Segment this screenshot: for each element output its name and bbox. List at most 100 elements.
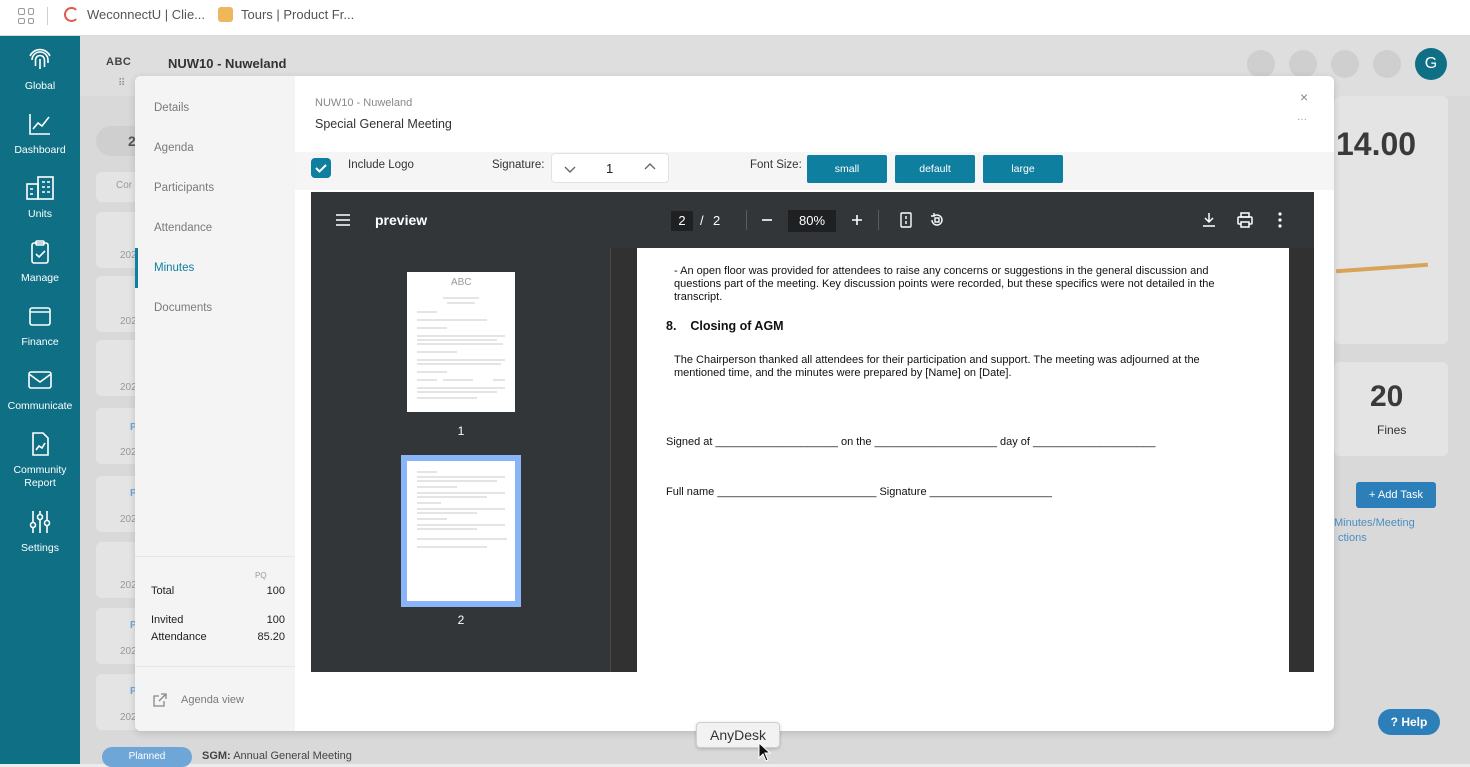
fines-label: Fines [1377,423,1407,437]
close-icon[interactable]: × [1300,89,1308,105]
thumbnail-logo: ABC [451,277,472,288]
browser-tab-strip: WeconnectU | Clie... Tours | Product Fr.… [0,0,1470,36]
page-thumbnail-2[interactable] [407,461,515,601]
chevron-up-icon[interactable] [644,161,656,173]
stat-label: Attendance [151,631,207,643]
main-sidebar: Global Dashboard Units Manage Finance Co… [0,36,80,764]
nav-units[interactable]: Units [0,174,80,220]
pdf-title: preview [375,212,428,228]
signature-stepper[interactable]: 1 [551,153,669,183]
more-vertical-icon[interactable] [1278,212,1282,228]
font-size-default-button[interactable]: default [895,155,975,183]
chevron-down-icon[interactable] [564,163,576,175]
print-icon[interactable] [1237,212,1253,228]
nav-manage[interactable]: Manage [0,238,80,284]
stat-value: 14.00 [1336,126,1417,162]
tab-divider [47,7,48,25]
nav-settings[interactable]: Settings [0,508,80,554]
full-name-signature-line: Full name __________________________ Sig… [666,486,1052,498]
help-label: Help [1401,715,1428,729]
zoom-level[interactable]: 80% [788,210,836,232]
font-size-small-button[interactable]: small [807,155,887,183]
breadcrumb: NUW10 - Nuweland [315,97,413,109]
nav-dashboard[interactable]: Dashboard [0,110,80,156]
search-icon[interactable] [1247,50,1275,78]
total-pages: 2 [713,213,721,228]
section-heading: 8. Closing of AGM [666,319,784,333]
nav-label: Community Report [13,464,67,489]
toolbar-divider [878,210,879,230]
clipboard-check-icon [31,240,49,264]
status-badge: Planned [102,747,192,767]
fit-page-icon[interactable] [899,212,913,228]
tab-agenda[interactable]: Agenda [135,128,295,168]
meeting-type: SGM: [202,750,231,762]
weconnectu-favicon-icon [64,7,79,22]
fingerprint-icon [29,48,51,69]
stat-attendance: Attendance 85.20 [151,631,285,643]
add-task-button[interactable]: + Add Task [1356,482,1436,508]
nav-label: Global [24,80,56,92]
page-number-input[interactable]: 2 [671,211,693,231]
thumbnail-text-lines [417,297,505,399]
actions-link[interactable]: ctions [1338,532,1367,544]
browser-tab-tours[interactable]: Tours | Product Fr... [218,7,354,22]
tab-title: WeconnectU | Clie... [87,7,206,22]
meeting-row-title[interactable]: SGM: Annual General Meeting [202,750,352,762]
include-logo-checkbox[interactable] [311,158,331,178]
nav-label: Communicate [7,400,73,412]
tab-participants[interactable]: Participants [135,168,295,208]
download-icon[interactable] [1202,212,1216,228]
signature-value: 1 [606,161,614,176]
nav-communicate[interactable]: Communicate [0,366,80,412]
tab-documents[interactable]: Documents [135,288,295,328]
browser-tab-weconnectu[interactable]: WeconnectU | Clie... [64,7,205,22]
bell-icon[interactable] [1289,50,1317,78]
calendar-icon[interactable] [1331,50,1359,78]
minutes-text: The Chairperson thanked all attendees fo… [674,354,1200,366]
minutes-meeting-link[interactable]: Minutes/Meeting [1334,517,1415,529]
tab-attendance[interactable]: Attendance [135,208,295,248]
stat-value: 100 [266,585,285,597]
apps-grid-icon[interactable] [18,8,34,24]
nav-finance[interactable]: Finance [0,302,80,348]
minutes-text: questions part of the meeting. Key discu… [674,278,1215,290]
thumbnail-label: 1 [457,424,465,438]
meeting-name: Annual General Meeting [233,750,352,762]
agenda-view-link[interactable]: Agenda view [135,666,295,731]
font-size-label: Font Size: [750,159,802,171]
stat-label: Total [151,585,175,597]
tab-title: Tours | Product Fr... [241,7,355,22]
thumbnail-panel: ABC 1 2 [311,248,611,672]
font-size-large-button[interactable]: large [983,155,1063,183]
menu-icon[interactable] [335,213,351,227]
more-options-icon[interactable]: ··· [1297,114,1307,125]
drag-handle-icon[interactable]: ⠿ [118,78,128,92]
nav-global[interactable]: Global [0,46,80,92]
stat-label: Invited [151,614,184,626]
thumbnail-label: 2 [457,613,465,627]
toolbar-divider [746,210,747,230]
page-thumbnail-1[interactable]: ABC [407,272,515,412]
fines-count: 20 [1370,380,1404,413]
rotate-icon[interactable] [929,212,945,228]
tab-details[interactable]: Details [135,88,295,128]
envelope-icon [28,371,52,389]
home-icon[interactable] [1373,50,1401,78]
minutes-text: mentioned time, and the minutes were pre… [674,367,1012,379]
nav-label: Dashboard [14,144,66,156]
nav-community-report[interactable]: Community Report [0,430,80,490]
mouse-cursor-icon [758,742,772,762]
pdf-preview[interactable]: preview 2 / 2 80% ABC 1 2 - An open floo… [311,192,1314,672]
abc-logo: ABC [106,56,132,68]
nav-label: Units [28,208,52,220]
stat-invited: Invited 100 [151,614,285,626]
zoom-in-icon[interactable] [851,214,863,226]
stat-total: Total 100 [151,585,285,597]
nav-label: Manage [21,272,59,284]
tab-minutes[interactable]: Minutes [135,248,295,288]
thumbnail-text-lines [417,471,507,548]
zoom-out-icon[interactable] [761,214,773,226]
avatar[interactable]: G [1415,48,1447,80]
help-button[interactable]: ? Help [1378,709,1440,735]
